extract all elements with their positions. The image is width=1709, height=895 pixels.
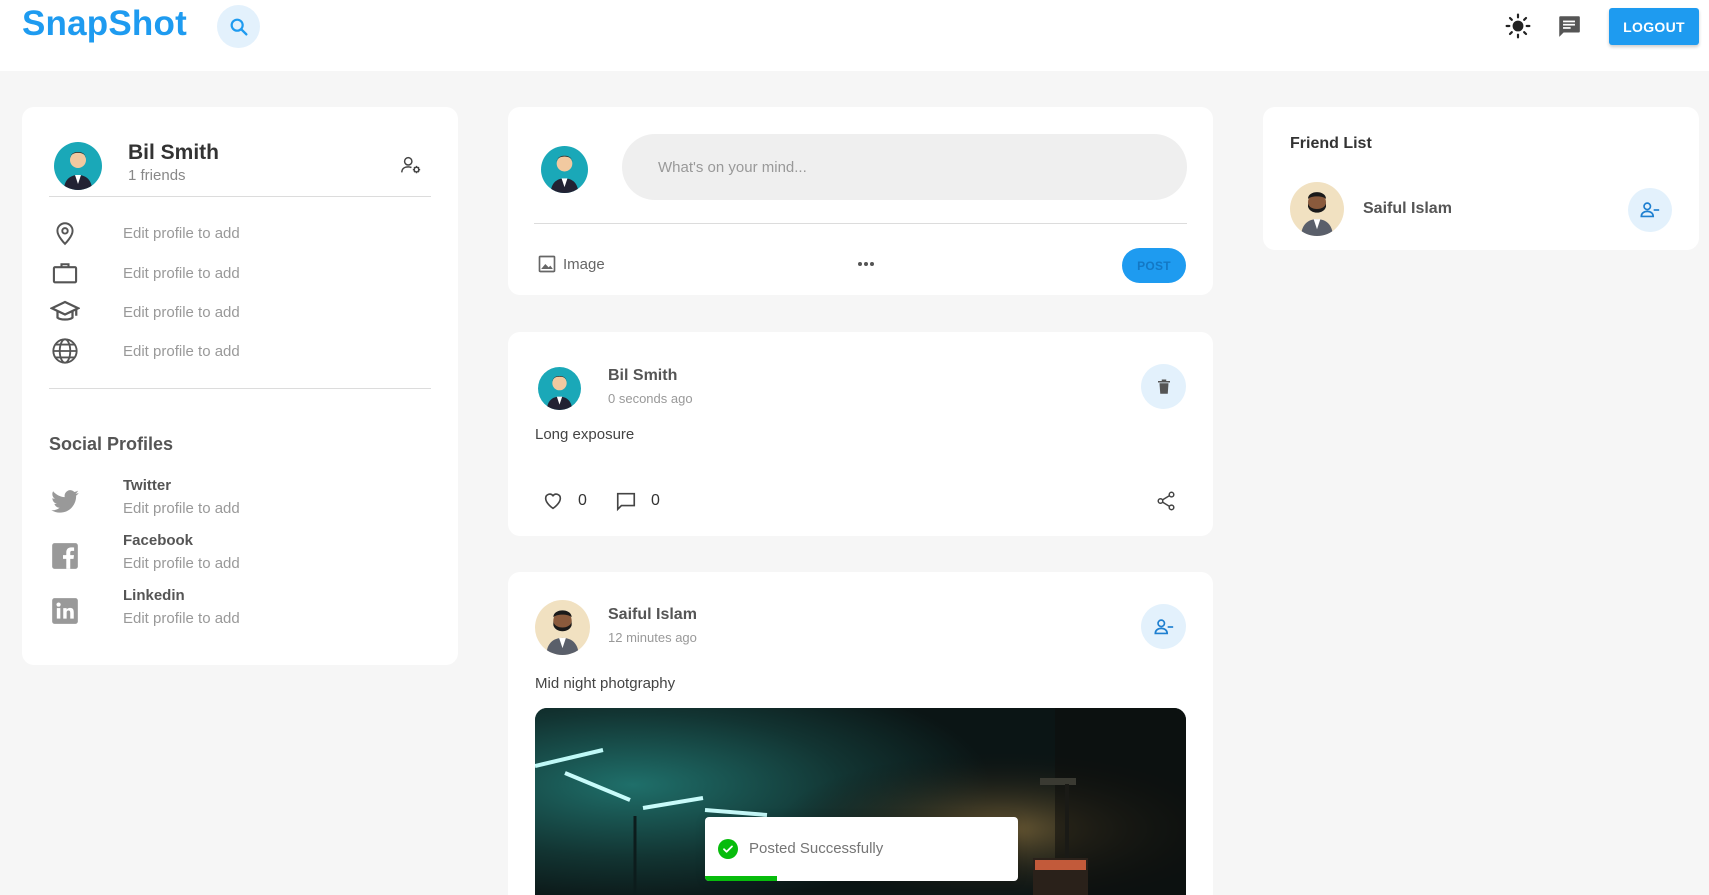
theme-toggle-button[interactable] — [1502, 10, 1534, 42]
toast-progress-bar — [705, 876, 777, 881]
friend-list-title: Friend List — [1290, 135, 1372, 152]
remove-friend-icon — [1153, 618, 1173, 634]
social-row-facebook: Facebook Edit profile to add — [49, 532, 431, 578]
profile-info-education: Edit profile to add — [49, 296, 431, 328]
top-navbar: SnapShot LOGOUT — [0, 0, 1709, 71]
profile-avatar[interactable] — [54, 142, 102, 190]
social-value: Edit profile to add — [123, 610, 240, 627]
twitter-icon — [49, 485, 81, 517]
like-count: 0 — [578, 492, 587, 509]
friend-avatar[interactable] — [1290, 182, 1344, 236]
comment-icon — [616, 492, 636, 512]
facebook-icon — [49, 540, 81, 572]
more-horizontal-icon — [858, 262, 874, 266]
briefcase-icon — [49, 257, 81, 289]
messages-button[interactable] — [1553, 10, 1585, 42]
composer-avatar — [541, 146, 588, 193]
profile-info-text: Edit profile to add — [123, 225, 240, 242]
friend-name[interactable]: Saiful Islam — [1363, 200, 1452, 218]
like-button[interactable]: 0 — [542, 489, 587, 513]
success-toast[interactable]: Posted Successfully — [705, 817, 1018, 881]
graduation-cap-icon — [49, 296, 81, 328]
linkedin-icon — [49, 595, 81, 627]
social-row-twitter: Twitter Edit profile to add — [49, 477, 431, 523]
add-image-button[interactable]: Image — [537, 253, 605, 275]
delete-post-button[interactable] — [1141, 364, 1186, 409]
profile-friend-count: 1 friends — [128, 167, 186, 184]
profile-info-location: Edit profile to add — [49, 217, 431, 249]
profile-name[interactable]: Bil Smith — [128, 141, 219, 165]
check-circle-icon — [718, 839, 738, 859]
brand-logo[interactable]: SnapShot — [22, 4, 187, 44]
social-value: Edit profile to add — [123, 500, 240, 517]
post-button[interactable]: POST — [1122, 248, 1186, 283]
remove-friend-button[interactable] — [1628, 188, 1672, 232]
heart-icon — [544, 493, 562, 510]
friend-list-card: Friend List Saiful Islam — [1263, 107, 1699, 250]
profile-info-website: Edit profile to add — [49, 335, 431, 367]
social-profiles-heading: Social Profiles — [49, 434, 174, 454]
social-row-linkedin: Linkedin Edit profile to add — [49, 587, 431, 633]
post-timestamp: 0 seconds ago — [608, 391, 693, 406]
post-text-input[interactable] — [622, 134, 1187, 200]
remove-friend-icon — [1640, 202, 1660, 218]
post-author-name[interactable]: Saiful Islam — [608, 606, 697, 624]
post-author-avatar[interactable] — [538, 367, 581, 410]
globe-icon — [49, 335, 81, 367]
post-author-avatar[interactable] — [535, 600, 590, 655]
unfriend-button[interactable] — [1141, 604, 1186, 649]
post-text: Long exposure — [535, 426, 635, 443]
social-name[interactable]: Facebook — [123, 532, 193, 549]
manage-account-icon[interactable] — [398, 152, 424, 178]
social-name[interactable]: Linkedin — [123, 587, 185, 604]
profile-info-text: Edit profile to add — [123, 265, 240, 282]
toast-message: Posted Successfully — [749, 840, 884, 857]
share-icon — [1157, 491, 1175, 511]
post-text: Mid night photgraphy — [535, 675, 676, 692]
comment-button[interactable]: 0 — [615, 489, 660, 513]
more-options-button[interactable] — [852, 253, 880, 275]
profile-info-text: Edit profile to add — [123, 304, 240, 321]
social-name[interactable]: Twitter — [123, 477, 171, 494]
image-icon — [538, 255, 556, 273]
chat-icon — [1559, 16, 1580, 37]
location-pin-icon — [49, 217, 81, 249]
add-image-label: Image — [563, 255, 605, 273]
social-value: Edit profile to add — [123, 555, 240, 572]
comment-count: 0 — [651, 492, 660, 509]
post-timestamp: 12 minutes ago — [608, 630, 697, 645]
composer-divider — [534, 223, 1187, 224]
sun-icon — [1505, 13, 1531, 39]
search-icon — [230, 18, 248, 36]
profile-card: Bil Smith 1 friends Edit profile to add … — [22, 107, 458, 665]
trash-icon — [1157, 379, 1170, 394]
share-button[interactable] — [1154, 489, 1178, 513]
profile-info-text: Edit profile to add — [123, 343, 240, 360]
profile-divider — [49, 196, 431, 197]
search-button[interactable] — [217, 5, 260, 48]
post-composer: Image POST — [508, 107, 1213, 295]
post-card: Bil Smith 0 seconds ago Long exposure 0 … — [508, 332, 1213, 536]
profile-info-work: Edit profile to add — [49, 257, 431, 289]
post-author-name[interactable]: Bil Smith — [608, 367, 677, 385]
logout-button[interactable]: LOGOUT — [1609, 8, 1699, 45]
profile-divider — [49, 388, 431, 389]
